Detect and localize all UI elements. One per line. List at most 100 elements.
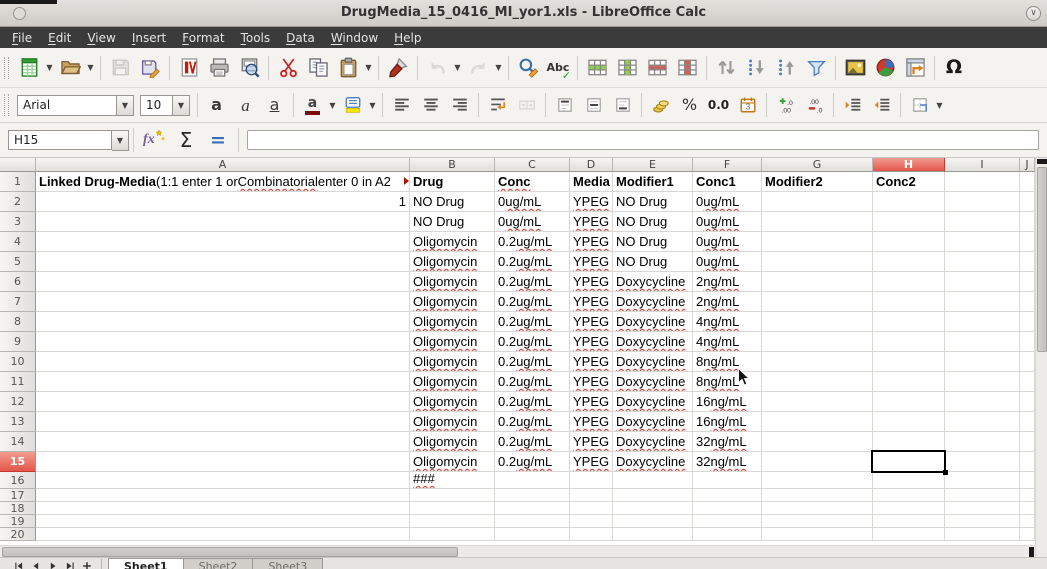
decrease-indent-button[interactable] [867, 92, 896, 118]
cell-D9[interactable]: YPEG [570, 332, 613, 352]
cell-E11[interactable]: Doxycycline [613, 372, 693, 392]
cell-E4[interactable]: NO Drug [613, 232, 693, 252]
column-header-I[interactable]: I [945, 158, 1020, 172]
column-header-B[interactable]: B [410, 158, 495, 172]
cell-G17[interactable] [762, 489, 873, 502]
row-header-19[interactable]: 19 [0, 515, 36, 528]
cell-J1[interactable] [1020, 172, 1035, 192]
increase-indent-button[interactable] [838, 92, 867, 118]
fill-handle[interactable] [943, 470, 948, 475]
insert-image-button[interactable] [840, 53, 870, 83]
add-decimal-button[interactable]: .0.00 [771, 92, 800, 118]
cell-D19[interactable] [570, 515, 613, 528]
cell-C18[interactable] [495, 502, 570, 515]
cell-H3[interactable] [873, 212, 945, 232]
cell-H4[interactable] [873, 232, 945, 252]
cell-C19[interactable] [495, 515, 570, 528]
name-box-dropdown-icon[interactable]: ▼ [112, 130, 129, 151]
cell-B9[interactable]: Oligomycin [410, 332, 495, 352]
cell-A7[interactable] [36, 292, 410, 312]
cell-B20[interactable] [410, 528, 495, 541]
cell-F13[interactable]: 16ng/mL [693, 412, 762, 432]
open-button[interactable] [55, 53, 85, 83]
row-header-7[interactable]: 7 [0, 292, 36, 312]
sheet-nav-prev-icon[interactable] [27, 559, 44, 569]
cell-H9[interactable] [873, 332, 945, 352]
cell-B17[interactable] [410, 489, 495, 502]
cell-I5[interactable] [945, 252, 1020, 272]
cell-B18[interactable] [410, 502, 495, 515]
cell-G9[interactable] [762, 332, 873, 352]
cell-I17[interactable] [945, 489, 1020, 502]
open-dropdown-icon[interactable]: ▼ [85, 53, 96, 83]
column-header-F[interactable]: F [693, 158, 762, 172]
cell-B14[interactable]: Oligomycin [410, 432, 495, 452]
cell-I9[interactable] [945, 332, 1020, 352]
insert-row-button[interactable] [582, 53, 612, 83]
cell-F3[interactable]: 0ug/mL [693, 212, 762, 232]
cell-J20[interactable] [1020, 528, 1035, 541]
cell-A12[interactable] [36, 392, 410, 412]
toolbar-drag-handle[interactable] [4, 94, 9, 116]
cell-E17[interactable] [613, 489, 693, 502]
cell-I6[interactable] [945, 272, 1020, 292]
cell-E15[interactable]: Doxycycline [613, 452, 693, 472]
cell-H7[interactable] [873, 292, 945, 312]
menu-file[interactable]: File [4, 28, 40, 48]
cell-B15[interactable]: Oligomycin [410, 452, 495, 472]
cell-F4[interactable]: 0ug/mL [693, 232, 762, 252]
edit-file-button[interactable] [135, 53, 165, 83]
clone-formatting-button[interactable] [383, 53, 413, 83]
spelling-button[interactable]: Abc✓ [543, 53, 573, 83]
cell-G10[interactable] [762, 352, 873, 372]
cell-A9[interactable] [36, 332, 410, 352]
delete-decimal-button[interactable]: .00.0 [800, 92, 829, 118]
cell-C12[interactable]: 0.2ug/mL [495, 392, 570, 412]
cell-I7[interactable] [945, 292, 1020, 312]
insert-column-button[interactable] [612, 53, 642, 83]
sheet-nav-first-icon[interactable] [10, 559, 27, 569]
cell-J9[interactable] [1020, 332, 1035, 352]
cell-J4[interactable] [1020, 232, 1035, 252]
menu-format[interactable]: Format [174, 28, 232, 48]
row-header-11[interactable]: 11 [0, 372, 36, 392]
formula-button[interactable]: = [202, 127, 234, 153]
vertical-scrollbar[interactable] [1035, 158, 1047, 557]
cell-J16[interactable] [1020, 472, 1035, 489]
cell-H16[interactable] [873, 472, 945, 489]
cell-H6[interactable] [873, 272, 945, 292]
cell-C16[interactable] [495, 472, 570, 489]
cell-E8[interactable]: Doxycycline [613, 312, 693, 332]
cell-I8[interactable] [945, 312, 1020, 332]
cell-D7[interactable]: YPEG [570, 292, 613, 312]
column-header-H[interactable]: H [873, 158, 945, 172]
autofilter-button[interactable] [801, 53, 831, 83]
align-right-button[interactable] [445, 92, 474, 118]
cell-H11[interactable] [873, 372, 945, 392]
cell-F10[interactable]: 8ng/mL [693, 352, 762, 372]
cell-F7[interactable]: 2ng/mL [693, 292, 762, 312]
cell-G7[interactable] [762, 292, 873, 312]
cell-E14[interactable]: Doxycycline [613, 432, 693, 452]
cell-A20[interactable] [36, 528, 410, 541]
cell-G4[interactable] [762, 232, 873, 252]
cell-F11[interactable]: 8ng/mL [693, 372, 762, 392]
cell-A18[interactable] [36, 502, 410, 515]
cell-D12[interactable]: YPEG [570, 392, 613, 412]
cell-G14[interactable] [762, 432, 873, 452]
row-header-18[interactable]: 18 [0, 502, 36, 515]
cell-F8[interactable]: 4ng/mL [693, 312, 762, 332]
cell-E19[interactable] [613, 515, 693, 528]
cell-B1[interactable]: Drug [410, 172, 495, 192]
cell-F18[interactable] [693, 502, 762, 515]
cell-A16[interactable] [36, 472, 410, 489]
cell-C2[interactable]: 0ug/mL [495, 192, 570, 212]
menu-window[interactable]: Window [323, 28, 386, 48]
cell-J18[interactable] [1020, 502, 1035, 515]
cell-C7[interactable]: 0.2ug/mL [495, 292, 570, 312]
row-header-5[interactable]: 5 [0, 252, 36, 272]
pivot-table-button[interactable] [900, 53, 930, 83]
cell-B5[interactable]: Oligomycin [410, 252, 495, 272]
vertical-scrollbar-thumb[interactable] [1037, 167, 1047, 352]
tab-sheet2[interactable]: Sheet2 [184, 558, 254, 569]
